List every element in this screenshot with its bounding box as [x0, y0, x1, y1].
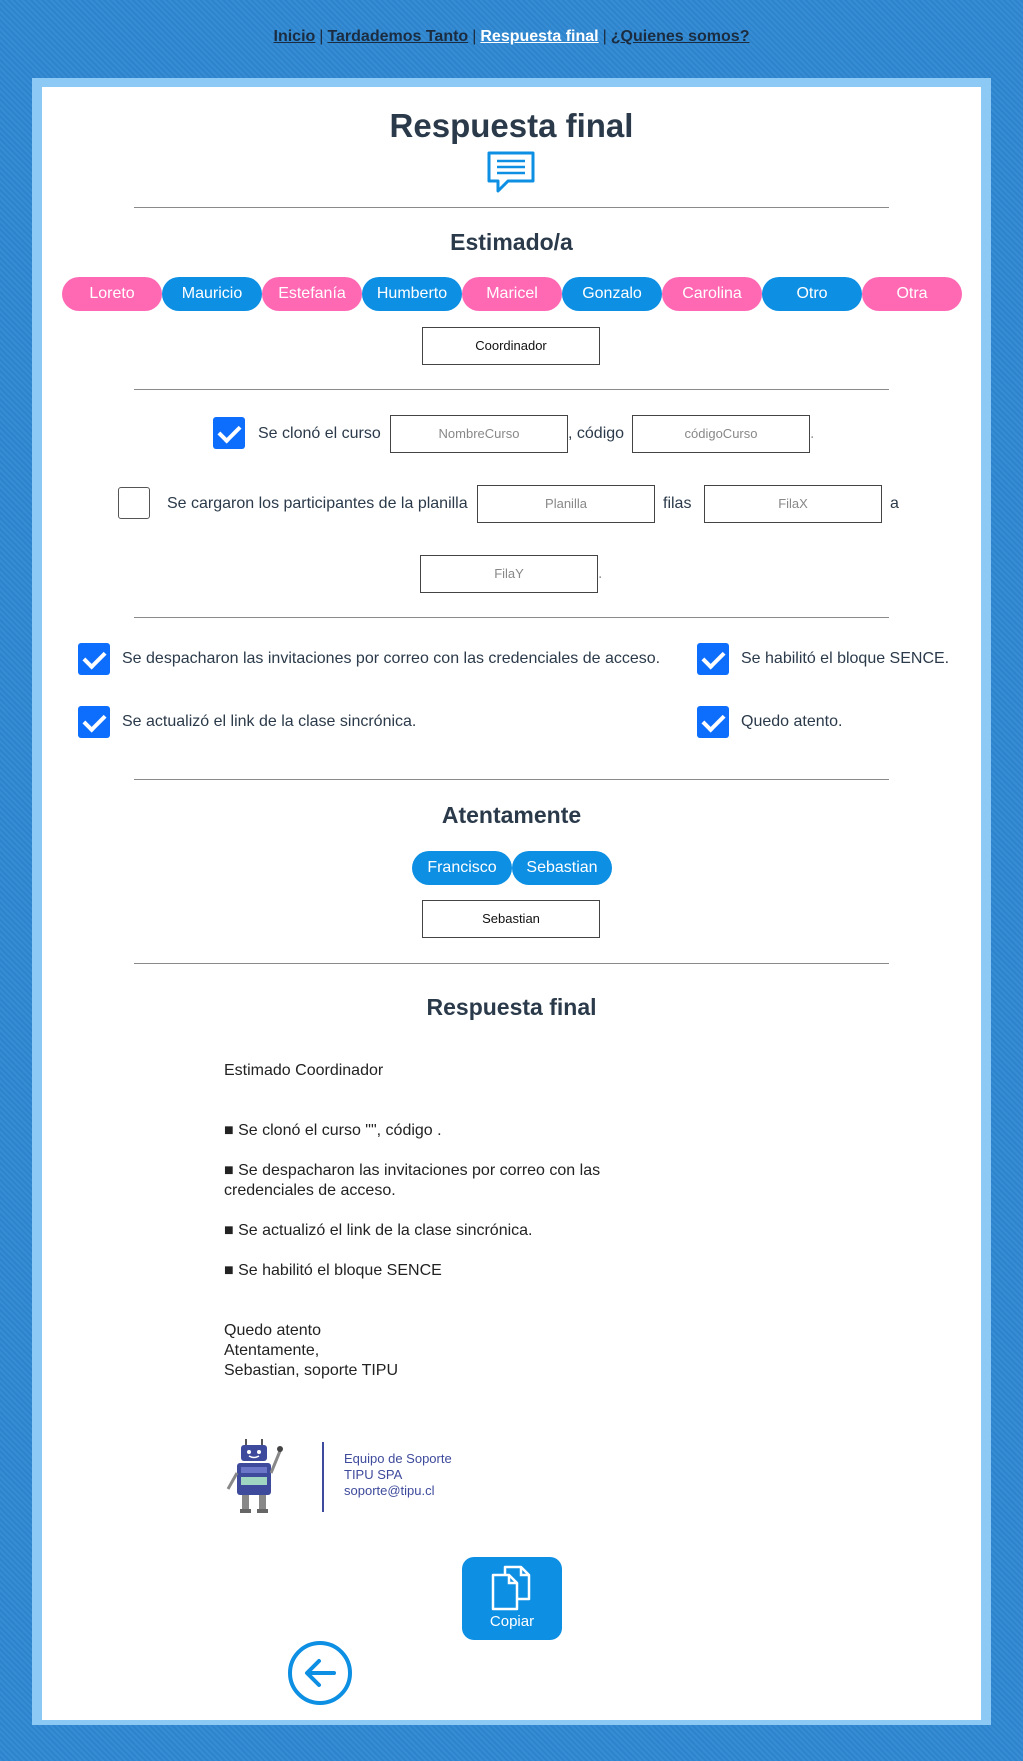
sence-label: Se habilitó el bloque SENCE.	[741, 650, 950, 667]
signer-field[interactable]: Sebastian	[422, 900, 600, 938]
course-label: Se clonó el curso	[258, 425, 381, 442]
name-pill-humberto[interactable]: Humberto	[362, 277, 462, 311]
result-closing: Quedo atento	[224, 1322, 321, 1339]
to-label: a	[890, 495, 899, 512]
copy-button-label: Copiar	[489, 1613, 535, 1630]
attentive-checkbox[interactable]	[697, 706, 729, 738]
robot-logo-icon	[226, 1439, 283, 1513]
invitations-label: Se despacharon las invitaciones por corr…	[122, 650, 661, 667]
name-pill-otra[interactable]: Otra	[862, 277, 962, 311]
result-heading: Respuesta final	[426, 994, 597, 1020]
nav-link-respuesta-final[interactable]: Respuesta final	[480, 28, 598, 45]
result-bullet: ■ Se despacharon las invitaciones por co…	[224, 1162, 601, 1199]
name-pill-carolina[interactable]: Carolina	[662, 277, 762, 311]
main-card: Respuesta final Estimado/a Loreto Mauric…	[42, 87, 981, 1720]
invitations-checkbox[interactable]	[78, 643, 110, 675]
name-pill-mauricio[interactable]: Mauricio	[162, 277, 262, 311]
course-code-input[interactable]: códigoCurso	[632, 415, 810, 453]
name-pill-maricel[interactable]: Maricel	[462, 277, 562, 311]
course-name-input[interactable]: NombreCurso	[390, 415, 568, 453]
sheet-input[interactable]: Planilla	[477, 485, 655, 523]
divider	[134, 389, 889, 390]
result-closing: Atentamente,	[224, 1342, 320, 1359]
copy-button[interactable]: Copiar	[462, 1557, 562, 1640]
recipient-field[interactable]: Coordinador	[422, 327, 600, 365]
top-nav: Inicio | Tardademos Tanto | Respuesta final |…	[0, 28, 1023, 46]
signer-pill-sebastian[interactable]: Sebastian	[512, 851, 612, 885]
course-period: .	[810, 425, 815, 442]
signature-block: Equipo de Soporte TIPU SPA soporte@tipu.…	[344, 1451, 452, 1499]
participants-label: Se cargaron los participantes de la plan…	[167, 495, 468, 512]
result-greeting: Estimado Coordinador	[224, 1062, 384, 1079]
divider	[134, 963, 889, 964]
participants-checkbox[interactable]	[118, 487, 150, 519]
greeting-heading: Estimado/a	[450, 229, 573, 255]
link-checkbox[interactable]	[78, 706, 110, 738]
signoff-heading: Atentamente	[441, 802, 582, 828]
name-pill-gonzalo[interactable]: Gonzalo	[562, 277, 662, 311]
course-code-label: , código	[568, 425, 625, 442]
link-label: Se actualizó el link de la clase sincrón…	[122, 713, 417, 730]
result-bullet: ■ Se habilitó el bloque SENCE	[224, 1262, 442, 1279]
chat-bubble-icon	[487, 151, 535, 193]
result-closing: Sebastian, soporte TIPU	[224, 1362, 399, 1379]
divider	[134, 617, 889, 618]
name-pill-otro[interactable]: Otro	[762, 277, 862, 311]
nav-link-tardademos[interactable]: Tardademos Tanto	[327, 28, 468, 45]
signature-line: soporte@tipu.cl	[344, 1483, 435, 1498]
result-bullet: ■ Se clonó el curso "", código .	[224, 1122, 442, 1139]
nav-separator: |	[602, 28, 607, 45]
copy-icon	[491, 1565, 531, 1611]
attentive-label: Quedo atento.	[741, 713, 843, 730]
page-title: Respuesta final	[389, 107, 634, 144]
signer-pill-francisco[interactable]: Francisco	[412, 851, 512, 885]
row-to-input[interactable]: FilaY	[420, 555, 598, 593]
signature-divider	[322, 1442, 324, 1512]
divider	[134, 207, 889, 208]
row-from-input[interactable]: FilaX	[704, 485, 882, 523]
nav-separator: |	[472, 28, 477, 45]
result-bullet: ■ Se actualizó el link de la clase sincr…	[224, 1222, 533, 1239]
signature-line: Equipo de Soporte	[344, 1451, 452, 1466]
name-pill-loreto[interactable]: Loreto	[62, 277, 162, 311]
rows-label: filas	[663, 495, 692, 512]
arrow-left-icon	[305, 1659, 336, 1687]
participants-period: .	[598, 565, 603, 582]
nav-separator: |	[319, 28, 324, 45]
signature-line: TIPU SPA	[344, 1467, 403, 1482]
nav-link-quienes-somos[interactable]: ¿Quienes somos?	[611, 28, 750, 45]
course-checkbox[interactable]	[213, 417, 245, 449]
back-button[interactable]	[288, 1641, 352, 1705]
divider	[134, 779, 889, 780]
name-pill-estefania[interactable]: Estefanía	[262, 277, 362, 311]
nav-link-inicio[interactable]: Inicio	[274, 28, 316, 45]
sence-checkbox[interactable]	[697, 643, 729, 675]
